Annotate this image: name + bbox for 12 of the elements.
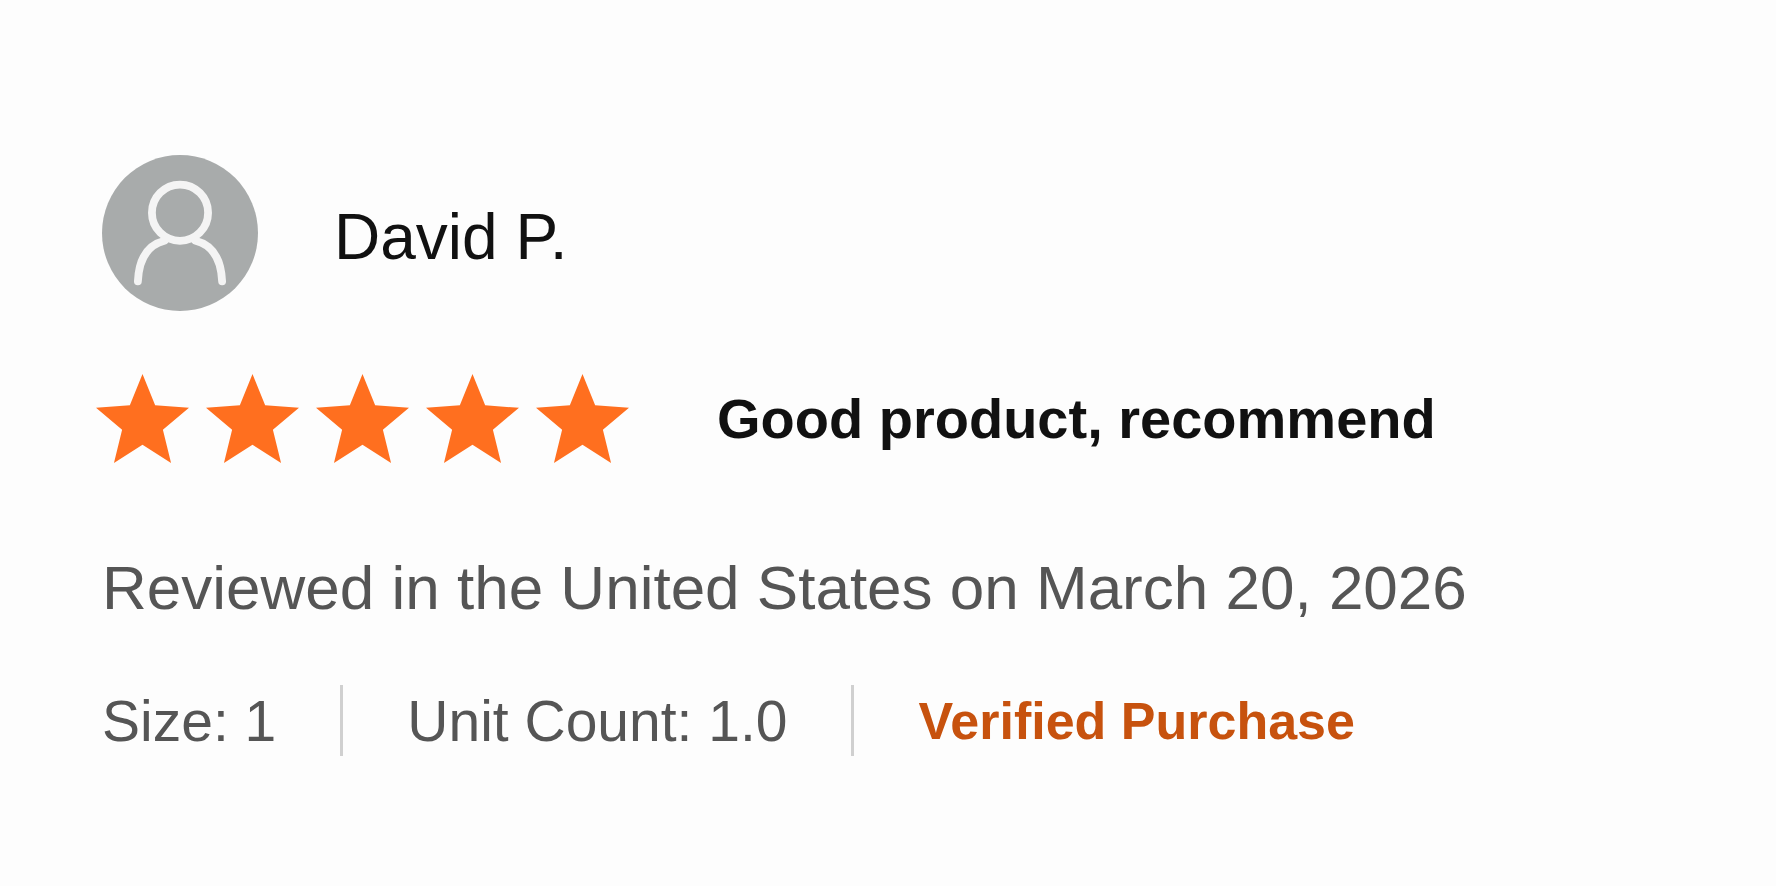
star-icon bbox=[426, 374, 519, 463]
star-icon bbox=[316, 374, 409, 463]
avatar-icon bbox=[102, 155, 258, 311]
star-icon bbox=[536, 374, 629, 463]
product-detail: Unit Count: 1.0 bbox=[407, 687, 788, 755]
star-icon bbox=[96, 374, 189, 463]
review-date: Reviewed in the United States on March 20, 2026 bbox=[102, 552, 1467, 624]
reviewer-name: David P. bbox=[334, 199, 568, 273]
product-detail: Size: 1 bbox=[102, 687, 277, 755]
star-icon bbox=[206, 374, 299, 463]
verified-purchase-label: Verified Purchase bbox=[918, 690, 1355, 752]
review-title: Good product, recommend bbox=[717, 385, 1436, 452]
